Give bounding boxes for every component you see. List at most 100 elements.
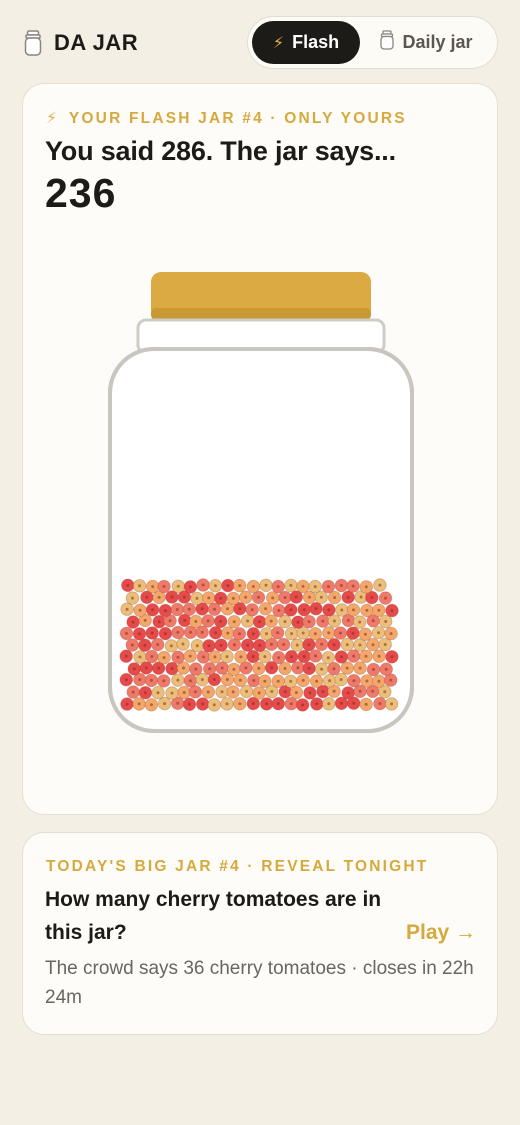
cherry-tomato-stem (212, 678, 216, 681)
cherry-tomato-stem (302, 655, 306, 658)
cherry-tomato-stem (346, 595, 350, 599)
cherry-tomato-stem (269, 619, 273, 623)
cherry-tomato-stem (125, 607, 129, 611)
cherry-tomato-stem (208, 667, 212, 671)
cherry-tomato-stem (283, 596, 287, 599)
cherry-tomato-stem (244, 595, 248, 599)
cherry-tomato-stem (359, 595, 363, 599)
cherry-tomato-stem (238, 702, 242, 706)
cherry-tomato-stem (257, 666, 261, 670)
cherry-tomato-stem (207, 596, 211, 600)
cherry-tomato-stem (319, 595, 323, 599)
cherry-tomato-stem (143, 618, 147, 622)
flash-mode-button[interactable]: ⚡ Flash (252, 21, 360, 64)
cherry-tomato-stem (157, 666, 161, 670)
cherry-tomato-stem (238, 607, 242, 611)
cherry-tomato-stem (371, 643, 375, 647)
cherry-tomato-stem (182, 691, 186, 694)
jar-lid-rim (151, 308, 371, 320)
cherry-tomato-stem (378, 702, 382, 706)
cherry-tomato-stem (195, 596, 199, 600)
cherry-tomato-stem (321, 690, 325, 693)
cherry-tomato-stem (138, 608, 142, 612)
app-title: DA JAR (54, 30, 139, 55)
cherry-tomato-stem (377, 631, 380, 635)
cherry-tomato-stem (390, 702, 394, 706)
cherry-tomato-stem (332, 667, 336, 671)
cherry-tomato-stem (320, 667, 324, 671)
cherry-tomato-stem (138, 632, 141, 636)
cherry-tomato-stem (246, 619, 250, 623)
cherry-tomato-stem (276, 679, 280, 683)
cherry-tomato-stem (378, 583, 382, 587)
cherry-tomato-stem (352, 679, 356, 683)
cherry-tomato-stem (219, 619, 223, 623)
cherry-tomato-stem (213, 607, 216, 611)
jar-contents (119, 578, 399, 712)
cherry-tomato-stem (200, 678, 204, 682)
cherry-tomato-stem (251, 702, 255, 706)
cherry-tomato-stem (195, 644, 199, 648)
cherry-tomato-stem (307, 643, 311, 647)
cherry-tomato-stem (364, 585, 368, 589)
cherry-tomato-stem (143, 643, 147, 647)
cherry-tomato-stem (339, 678, 343, 682)
cherry-tomato-stem (390, 609, 394, 613)
cherry-tomato-stem (170, 691, 174, 695)
cherry-tomato-stem (327, 631, 331, 635)
cherry-tomato-stem (131, 690, 135, 694)
cherry-tomato-stem (149, 703, 153, 707)
cherry-tomato-stem (332, 643, 336, 647)
cherry-tomato-stem (358, 620, 362, 624)
cherry-tomato-stem (220, 690, 224, 694)
jar-icon (380, 30, 395, 55)
cherry-tomato-stem (244, 666, 248, 670)
cherry-tomato-stem (213, 655, 217, 659)
daily-jar-mode-button[interactable]: Daily jar (360, 21, 493, 64)
cherry-tomato-stem (131, 620, 135, 624)
cherry-tomato-stem (232, 667, 236, 671)
cherry-tomato-stem (290, 632, 294, 636)
cherry-tomato-stem (372, 668, 375, 671)
cherry-tomato-stem (345, 643, 349, 647)
cherry-tomato-stem (269, 642, 273, 646)
cherry-tomato-stem (377, 654, 381, 658)
cherry-tomato-stem (124, 678, 128, 682)
cherry-tomato-stem (283, 690, 287, 694)
cherry-tomato-stem (358, 689, 362, 693)
cherry-tomato-stem (345, 666, 349, 670)
cherry-tomato-stem (245, 689, 249, 693)
cherry-tomato-stem (150, 631, 154, 635)
cherry-tomato-stem (145, 595, 149, 599)
cherry-tomato-stem (188, 702, 191, 706)
cherry-tomato-stem (156, 691, 160, 695)
cherry-tomato-stem (277, 656, 281, 660)
cherry-tomato-stem (162, 585, 166, 588)
cherry-tomato-stem (214, 631, 218, 635)
play-button[interactable]: Play → (406, 921, 476, 945)
cherry-tomato-stem (232, 643, 236, 647)
cherry-tomato-stem (320, 642, 324, 646)
daily-jar-card[interactable]: TODAY'S BIG JAR #4 · REVEAL TONIGHT How … (22, 832, 498, 1035)
cherry-tomato-stem (326, 656, 330, 660)
cherry-tomato-stem (238, 678, 242, 682)
cherry-tomato-stem (340, 608, 344, 612)
jar-illustration (108, 272, 414, 733)
cherry-tomato-stem (290, 655, 293, 659)
cherry-tomato-stem (125, 631, 128, 635)
cherry-tomato-stem (270, 690, 274, 693)
cherry-tomato-stem (363, 632, 367, 636)
cherry-tomato-stem (346, 691, 350, 695)
cherry-tomato-stem (296, 666, 300, 670)
cherry-tomato-stem (289, 583, 293, 587)
cherry-tomato-stem (200, 630, 204, 634)
daily-jar-mode-label: Daily jar (402, 32, 473, 52)
cherry-tomato-stem (132, 667, 136, 671)
cherry-tomato-stem (289, 679, 293, 683)
cherry-tomato-stem (194, 620, 198, 623)
cherry-tomato-stem (371, 689, 375, 693)
cherry-tomato-stem (263, 655, 267, 659)
cherry-tomato-stem (246, 643, 250, 647)
cherry-tomato-stem (257, 595, 260, 599)
cherry-tomato-stem (315, 702, 319, 706)
